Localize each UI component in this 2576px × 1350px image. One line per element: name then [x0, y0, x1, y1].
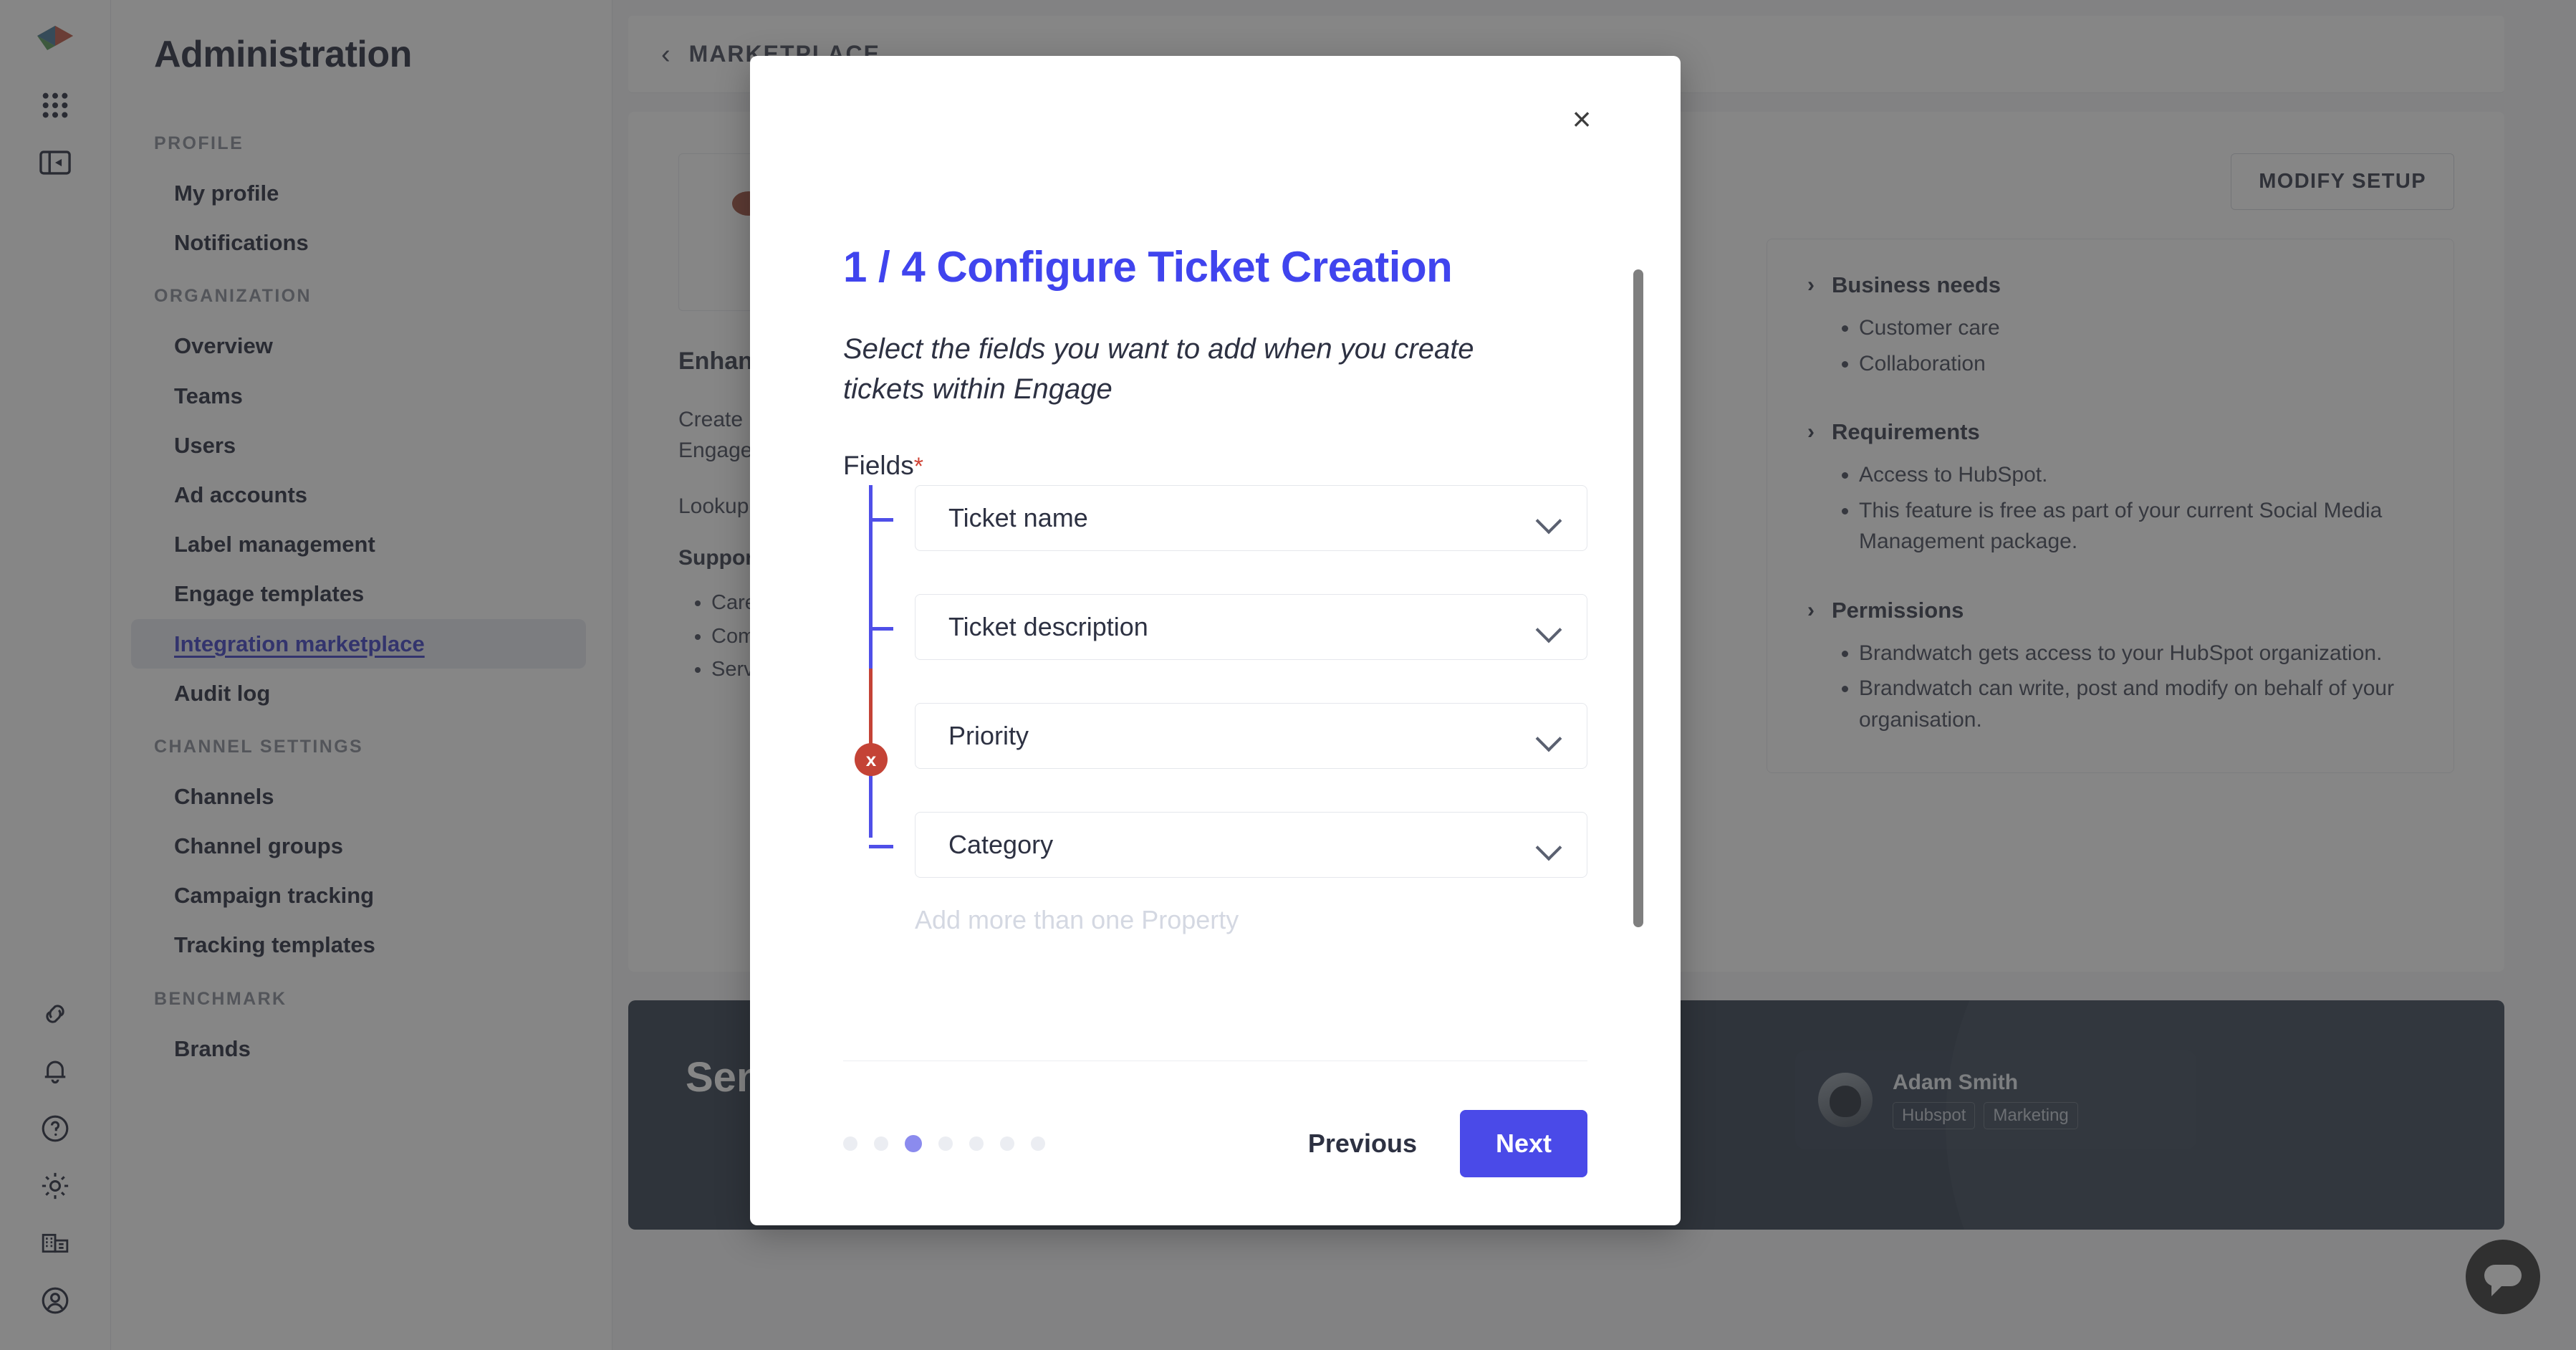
field-select-label: Ticket description — [948, 612, 1148, 641]
modal-scroll-content: 1 / 4 Configure Ticket Creation Select t… — [750, 142, 1681, 935]
field-error-badge[interactable]: x — [855, 743, 888, 776]
field-select-label: Priority — [948, 721, 1029, 750]
step-dot[interactable] — [905, 1134, 922, 1152]
next-button[interactable]: Next — [1459, 1109, 1587, 1177]
field-select-label: Ticket name — [948, 503, 1088, 532]
field-select-ticket-name[interactable]: Ticket name — [915, 485, 1587, 551]
configure-ticket-modal: × 1 / 4 Configure Ticket Creation Select… — [750, 56, 1681, 1225]
modal-title: 1 / 4 Configure Ticket Creation — [843, 243, 1453, 291]
modal-actions: Previous Next — [1297, 1109, 1587, 1177]
close-icon[interactable]: × — [1562, 99, 1602, 139]
fields-label-text: Fields — [843, 451, 914, 480]
fields-label: Fields* — [843, 451, 1587, 481]
modal-body: 1 / 4 Configure Ticket Creation Select t… — [750, 142, 1681, 1061]
step-dot[interactable] — [1000, 1136, 1014, 1151]
field-select-priority[interactable]: Priority — [915, 703, 1587, 769]
field-select-list: Ticket name Ticket description Priority Cat… — [915, 485, 1587, 878]
step-dot[interactable] — [938, 1136, 953, 1151]
modal-scrollbar-thumb[interactable] — [1633, 269, 1643, 927]
modal-scrollbar[interactable] — [1633, 142, 1643, 1061]
field-select-ticket-description[interactable]: Ticket description — [915, 594, 1587, 660]
step-pagination — [843, 1134, 1045, 1152]
step-dot[interactable] — [843, 1136, 857, 1151]
modal-subtitle: Select the fields you want to add when y… — [843, 333, 1474, 405]
modal-header: × — [750, 56, 1681, 142]
required-asterisk: * — [913, 453, 923, 480]
step-dot[interactable] — [1031, 1136, 1045, 1151]
previous-button[interactable]: Previous — [1297, 1114, 1428, 1173]
chevron-down-icon — [1537, 621, 1561, 633]
step-dot[interactable] — [874, 1136, 888, 1151]
field-select-category[interactable]: Category — [915, 812, 1587, 878]
screen-root: Administration PROFILEMy profileNotifica… — [0, 0, 2576, 1350]
chevron-down-icon — [1537, 729, 1561, 742]
timeline-tick — [869, 845, 893, 848]
modal-footer: Previous Next — [843, 1061, 1587, 1225]
timeline-line — [869, 485, 873, 838]
timeline-tick — [869, 518, 893, 522]
timeline-tick — [869, 627, 893, 631]
step-dot[interactable] — [969, 1136, 984, 1151]
add-more-hint: Add more than one Property — [915, 905, 1239, 934]
chevron-down-icon — [1537, 838, 1561, 851]
fields-timeline: x Ticket name Ticket description Priority C… — [843, 485, 1587, 878]
chevron-down-icon — [1537, 512, 1561, 525]
field-select-label: Category — [948, 830, 1054, 859]
